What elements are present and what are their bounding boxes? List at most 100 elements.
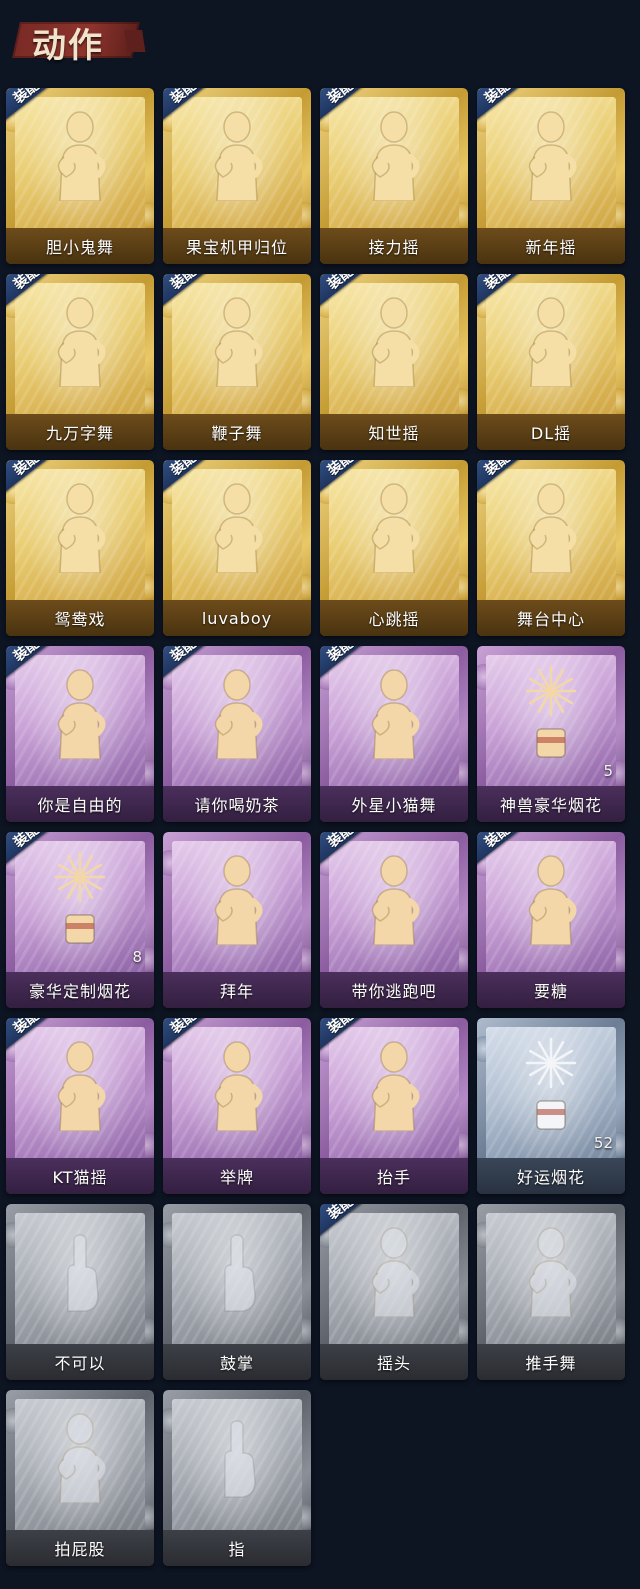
hand-icon [163,1396,311,1514]
card-label-bar: 好运烟花 [477,1158,625,1194]
emote-card-1[interactable]: 果宝机甲归位 装配 [163,88,311,264]
firework-icon [477,1024,625,1142]
emote-card-19[interactable]: 要糖 装配 [477,832,625,1008]
card-label-bar: 果宝机甲归位 [163,228,311,264]
emote-card-4[interactable]: 九万字舞 装配 [6,274,154,450]
card-label-bar: 带你逃跑吧 [320,972,468,1008]
card-label-bar: 九万字舞 [6,414,154,450]
emote-name: 拜年 [219,982,254,1001]
figure-icon [163,280,311,398]
emote-name: 新年摇 [525,238,577,257]
emote-name: 知世摇 [368,424,420,443]
figure-icon [6,652,154,770]
emote-card-18[interactable]: 带你逃跑吧 装配 [320,832,468,1008]
emote-card-22[interactable]: 抬手 装配 [320,1018,468,1194]
figure-icon [477,1210,625,1328]
hand-icon [163,1210,311,1328]
emote-name: 不可以 [54,1354,106,1373]
emote-card-14[interactable]: 外星小猫舞 装配 [320,646,468,822]
section-header: 动作 [12,16,140,66]
figure-icon [477,280,625,398]
emote-card-28[interactable]: 拍屁股 [6,1390,154,1566]
emote-card-16[interactable]: 8 豪华定制烟花 装配 [6,832,154,1008]
card-label-bar: 鸳鸯戏 [6,600,154,636]
emote-card-0[interactable]: 胆小鬼舞 装配 [6,88,154,264]
figure-icon [163,652,311,770]
emote-name: 好运烟花 [516,1168,585,1187]
emote-card-5[interactable]: 鞭子舞 装配 [163,274,311,450]
emote-card-24[interactable]: 不可以 [6,1204,154,1380]
emote-card-7[interactable]: DL摇 装配 [477,274,625,450]
firework-icon [477,652,625,770]
emote-name: 指 [228,1540,246,1559]
emote-name: 鞭子舞 [211,424,263,443]
card-label-bar: 鞭子舞 [163,414,311,450]
emote-name: 鼓掌 [219,1354,254,1373]
emote-name: 抬手 [376,1168,411,1187]
card-label-bar: 摇头 [320,1344,468,1380]
item-count: 5 [603,762,613,780]
emote-name: 九万字舞 [45,424,114,443]
emote-card-9[interactable]: luvaboy 装配 [163,460,311,636]
firework-icon [6,838,154,956]
emote-card-3[interactable]: 新年摇 装配 [477,88,625,264]
figure-icon [320,280,468,398]
emote-card-13[interactable]: 请你喝奶茶 装配 [163,646,311,822]
emote-card-17[interactable]: 拜年 [163,832,311,1008]
emote-name: 拍屁股 [54,1540,106,1559]
card-label-bar: 鼓掌 [163,1344,311,1380]
emote-card-11[interactable]: 舞台中心 装配 [477,460,625,636]
card-label-bar: DL摇 [477,414,625,450]
emote-name: 外星小猫舞 [351,796,437,815]
card-label-bar: 请你喝奶茶 [163,786,311,822]
emote-name: 接力摇 [368,238,420,257]
emote-name: DL摇 [530,424,572,443]
emote-card-8[interactable]: 鸳鸯戏 装配 [6,460,154,636]
emote-card-23[interactable]: 52 好运烟花 [477,1018,625,1194]
emote-name: 带你逃跑吧 [351,982,437,1001]
hand-icon [6,1210,154,1328]
emote-name: luvaboy [201,608,273,628]
emote-name: 摇头 [376,1354,411,1373]
emote-card-20[interactable]: KT猫摇 装配 [6,1018,154,1194]
figure-icon [320,94,468,212]
emote-card-6[interactable]: 知世摇 装配 [320,274,468,450]
card-label-bar: 神兽豪华烟花 [477,786,625,822]
card-label-bar: 要糖 [477,972,625,1008]
emote-name: 舞台中心 [516,610,585,629]
figure-icon [163,838,311,956]
card-label-bar: 你是自由的 [6,786,154,822]
emote-card-15[interactable]: 5 神兽豪华烟花 [477,646,625,822]
card-label-bar: 胆小鬼舞 [6,228,154,264]
emote-grid: 胆小鬼舞 装配 果宝机甲归位 装配 接力摇 装配 新年摇 装配 九万字舞 装配 … [6,88,636,1566]
figure-icon [320,1024,468,1142]
emote-name: 果宝机甲归位 [185,238,288,257]
emote-card-25[interactable]: 鼓掌 [163,1204,311,1380]
emote-name: 心跳摇 [368,610,420,629]
card-label-bar: 拜年 [163,972,311,1008]
item-count: 8 [132,948,142,966]
emote-card-2[interactable]: 接力摇 装配 [320,88,468,264]
emote-card-10[interactable]: 心跳摇 装配 [320,460,468,636]
figure-icon [163,466,311,584]
emote-name: 豪华定制烟花 [28,982,131,1001]
figure-icon [477,838,625,956]
card-label-bar: KT猫摇 [6,1158,154,1194]
emote-card-27[interactable]: 推手舞 [477,1204,625,1380]
figure-icon [6,94,154,212]
card-label-bar: 接力摇 [320,228,468,264]
emote-card-29[interactable]: 指 [163,1390,311,1566]
figure-icon [320,838,468,956]
emote-card-21[interactable]: 举牌 装配 [163,1018,311,1194]
figure-icon [6,466,154,584]
card-label-bar: 豪华定制烟花 [6,972,154,1008]
card-label-bar: 指 [163,1530,311,1566]
emote-card-12[interactable]: 你是自由的 装配 [6,646,154,822]
figure-icon [6,1024,154,1142]
card-label-bar: 外星小猫舞 [320,786,468,822]
card-label-bar: 心跳摇 [320,600,468,636]
emote-name: 你是自由的 [37,796,123,815]
emote-name: 要糖 [533,982,568,1001]
figure-icon [320,652,468,770]
emote-card-26[interactable]: 摇头 装配 [320,1204,468,1380]
